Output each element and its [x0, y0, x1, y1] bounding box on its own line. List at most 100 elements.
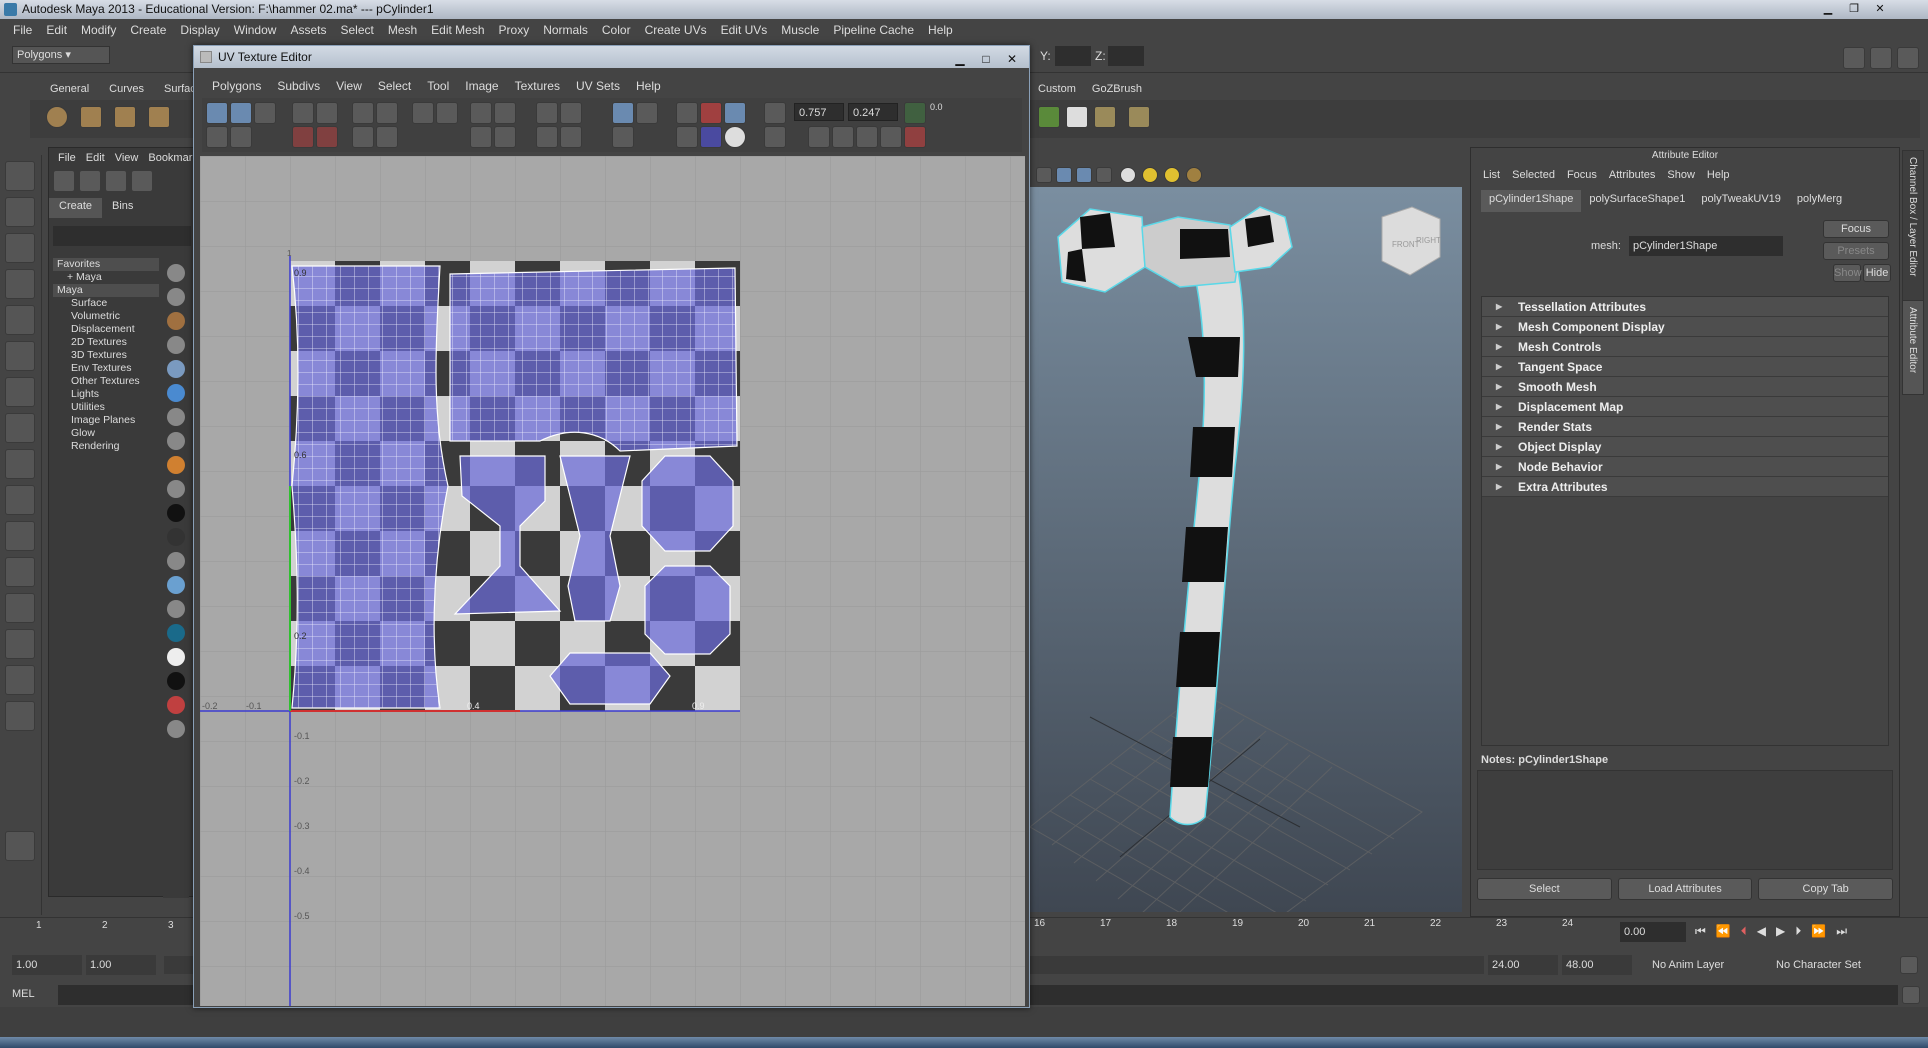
uv-cycle-icon[interactable] — [832, 126, 854, 148]
tree-rendering[interactable]: Rendering — [53, 440, 159, 453]
uv-checker-icon[interactable] — [636, 102, 658, 124]
uv-maximize-icon[interactable]: □ — [975, 48, 997, 70]
channel-box-icon[interactable] — [1870, 47, 1892, 69]
hs-tool-3-icon[interactable] — [105, 170, 127, 192]
section-node-behavior[interactable]: Node Behavior — [1482, 457, 1888, 477]
attribute-editor-toggle-icon[interactable] — [1897, 47, 1919, 69]
shelf-tab-custom[interactable]: Custom — [1030, 80, 1084, 98]
presets-button[interactable]: Presets — [1823, 242, 1889, 260]
z-field[interactable] — [1108, 46, 1144, 66]
hs-menu-view[interactable]: View — [110, 152, 144, 164]
uv-minimize-icon[interactable]: ▁ — [949, 48, 971, 70]
tree-surface[interactable]: Surface — [53, 297, 159, 310]
menu-edit-mesh[interactable]: Edit Mesh — [424, 23, 491, 37]
perspective-viewport[interactable]: FRONT RIGHT — [1029, 187, 1462, 948]
node-tab-pcylinder1shape[interactable]: pCylinder1Shape — [1481, 190, 1582, 212]
menu-set-dropdown[interactable]: Polygons ▾ — [12, 46, 110, 64]
attr-menu-focus[interactable]: Focus — [1561, 169, 1603, 181]
section-render-stats[interactable]: Render Stats — [1482, 417, 1888, 437]
uv-menu-uv-sets[interactable]: UV Sets — [568, 76, 628, 96]
uv-menu-textures[interactable]: Textures — [507, 76, 568, 96]
vp-sun2-icon[interactable] — [1164, 167, 1180, 183]
menu-window[interactable]: Window — [227, 23, 284, 37]
node-swatch[interactable] — [167, 384, 185, 402]
tree-volumetric[interactable]: Volumetric — [53, 310, 159, 323]
node-swatch[interactable] — [167, 336, 185, 354]
vp-tool-icon[interactable] — [1036, 167, 1052, 183]
tree-lights[interactable]: Lights — [53, 388, 159, 401]
menu-proxy[interactable]: Proxy — [492, 23, 537, 37]
uv-scale-icon[interactable] — [316, 102, 338, 124]
current-frame-field[interactable]: 0.00 — [1620, 922, 1686, 942]
tab-bins[interactable]: Bins — [102, 198, 143, 218]
menu-create-uvs[interactable]: Create UVs — [638, 23, 714, 37]
uv-texture-borders-icon[interactable] — [536, 126, 558, 148]
planks-icon[interactable] — [1128, 106, 1150, 128]
attr-menu-list[interactable]: List — [1477, 169, 1506, 181]
node-swatch[interactable] — [167, 432, 185, 450]
vp-textured-icon[interactable] — [1096, 167, 1112, 183]
menu-edit-uvs[interactable]: Edit UVs — [714, 23, 775, 37]
section-displacement-map[interactable]: Displacement Map — [1482, 397, 1888, 417]
uv-dim-image-icon[interactable] — [612, 126, 634, 148]
hs-tool-4-icon[interactable] — [131, 170, 153, 192]
uv-unfold-icon[interactable] — [470, 126, 492, 148]
tree-displacement[interactable]: Displacement — [53, 323, 159, 336]
hs-menu-edit[interactable]: Edit — [81, 152, 110, 164]
node-swatch[interactable] — [167, 312, 185, 330]
node-swatch[interactable] — [167, 576, 185, 594]
step-back-key-icon[interactable]: ⏪ — [1716, 924, 1731, 939]
menu-select[interactable]: Select — [333, 23, 380, 37]
uv-smudge-icon[interactable] — [254, 102, 276, 124]
uv-menu-select[interactable]: Select — [370, 76, 419, 96]
uv-snap-icon[interactable] — [536, 102, 558, 124]
node-swatch[interactable] — [167, 600, 185, 618]
uv-rgb-icon[interactable] — [700, 126, 722, 148]
tree-3d-textures[interactable]: 3D Textures — [53, 349, 159, 362]
uv-distortion-icon[interactable] — [560, 126, 582, 148]
view-cube[interactable]: FRONT RIGHT — [1381, 206, 1441, 276]
minimize-icon[interactable]: ▁ — [1817, 1, 1839, 17]
node-swatch[interactable] — [167, 672, 185, 690]
node-tab-polymerge[interactable]: polyMerg — [1789, 190, 1850, 212]
uv-editor-canvas[interactable]: 0.9 0.6 0.2 -0.1 -0.2 -0.3 -0.4 -0.5 -0.… — [200, 156, 1025, 1006]
go-to-end-icon[interactable]: ⏭ — [1836, 924, 1847, 939]
play-forward-icon[interactable]: ▶ — [1776, 924, 1785, 939]
section-tangent-space[interactable]: Tangent Space — [1482, 357, 1888, 377]
menu-modify[interactable]: Modify — [74, 23, 123, 37]
playback-end-field[interactable]: 24.00 — [1488, 955, 1558, 975]
uv-sew-icon[interactable] — [376, 102, 398, 124]
menu-file[interactable]: File — [6, 23, 39, 37]
uv-menu-tool[interactable]: Tool — [419, 76, 457, 96]
step-back-icon[interactable]: ⏴ — [1741, 924, 1747, 939]
vp-light-icon[interactable] — [1120, 167, 1136, 183]
end-time-field[interactable]: 48.00 — [1562, 955, 1632, 975]
tree-glow[interactable]: Glow — [53, 427, 159, 440]
start-time-field[interactable]: 1.00 — [12, 955, 82, 975]
tree-image-planes[interactable]: Image Planes — [53, 414, 159, 427]
paint-tool-icon[interactable] — [5, 233, 35, 263]
uv-alpha-icon[interactable] — [724, 126, 746, 148]
uv-menu-subdivs[interactable]: Subdivs — [269, 76, 328, 96]
scale-tool-icon[interactable] — [5, 341, 35, 371]
uv-shaded-icon[interactable] — [724, 102, 746, 124]
section-object-display[interactable]: Object Display — [1482, 437, 1888, 457]
uv-layout-icon[interactable] — [412, 102, 434, 124]
node-swatch[interactable] — [167, 408, 185, 426]
uv-menu-image[interactable]: Image — [457, 76, 506, 96]
uv-isolate-icon[interactable] — [676, 126, 698, 148]
menu-normals[interactable]: Normals — [536, 23, 595, 37]
attr-menu-show[interactable]: Show — [1661, 169, 1701, 181]
graph-layout-icon[interactable] — [5, 629, 35, 659]
menu-display[interactable]: Display — [173, 23, 226, 37]
menu-pipeline-cache[interactable]: Pipeline Cache — [826, 23, 921, 37]
uv-split-icon[interactable] — [352, 126, 374, 148]
select-tool-icon[interactable] — [5, 161, 35, 191]
attr-menu-selected[interactable]: Selected — [1506, 169, 1561, 181]
uv-swap-icon[interactable] — [856, 126, 878, 148]
layout-icon[interactable] — [1843, 47, 1865, 69]
hs-menu-file[interactable]: File — [53, 152, 81, 164]
uv-grid-toggle-icon[interactable] — [676, 102, 698, 124]
section-tessellation[interactable]: Tessellation Attributes — [1482, 297, 1888, 317]
shelf-tab-gozbrush[interactable]: GoZBrush — [1084, 80, 1150, 98]
